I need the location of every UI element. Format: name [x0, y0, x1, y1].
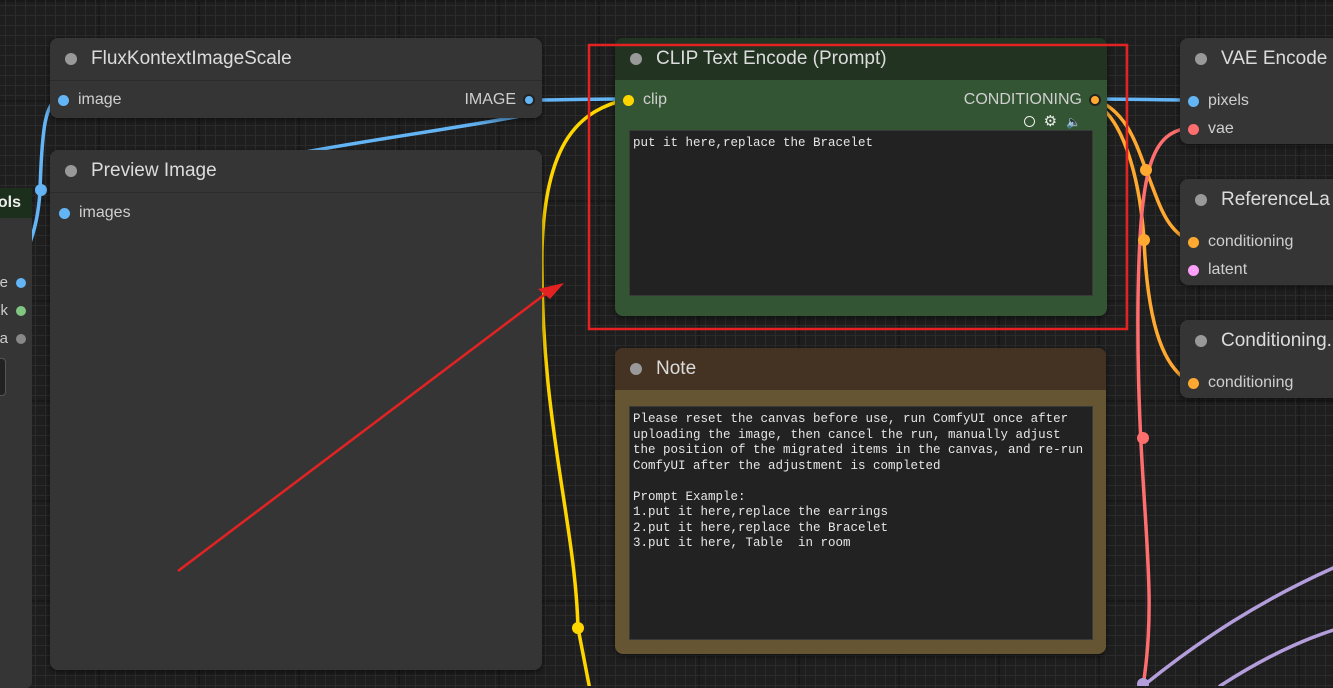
- speaker-icon[interactable]: 🔈: [1066, 116, 1081, 128]
- partial-node-left[interactable]: ols e k a: [0, 188, 32, 688]
- node-preview-image[interactable]: Preview Image images: [50, 150, 542, 670]
- node-title: ReferenceLa: [1221, 189, 1330, 210]
- node-title-bar[interactable]: Conditioning.: [1180, 320, 1333, 362]
- node-note[interactable]: Note Please reset the canvas before use,…: [615, 348, 1106, 654]
- input-slot-latent[interactable]: latent: [1188, 260, 1247, 280]
- node-title: VAE Encode: [1221, 48, 1328, 69]
- collapse-dot-icon[interactable]: [630, 363, 642, 375]
- slot-dot-icon[interactable]: [16, 333, 26, 344]
- partial-slot-3[interactable]: a: [0, 330, 26, 347]
- input-slot-conditioning[interactable]: conditioning: [1188, 373, 1293, 393]
- partial-slot-2[interactable]: k: [1, 302, 26, 319]
- collapse-dot-icon[interactable]: [1195, 194, 1207, 206]
- slot-dot-icon[interactable]: [523, 94, 535, 106]
- slot-dot-icon[interactable]: [1188, 377, 1199, 389]
- node-title: CLIP Text Encode (Prompt): [656, 48, 887, 69]
- node-reference-latent[interactable]: ReferenceLa conditioning latent: [1180, 179, 1333, 285]
- collapse-dot-icon[interactable]: [65, 165, 77, 177]
- node-title-bar[interactable]: CLIP Text Encode (Prompt): [615, 38, 1107, 80]
- collapse-dot-icon[interactable]: [65, 53, 77, 65]
- partial-node-title-bar[interactable]: ols: [0, 188, 32, 218]
- node-clip-text-encode[interactable]: CLIP Text Encode (Prompt) clip CONDITION…: [615, 38, 1107, 316]
- output-slot-conditioning[interactable]: CONDITIONING: [964, 90, 1101, 110]
- slot-dot-icon[interactable]: [1089, 94, 1101, 106]
- input-slot-clip[interactable]: clip: [623, 90, 667, 110]
- slot-dot-icon[interactable]: [16, 277, 26, 288]
- partial-node-title: ols: [0, 194, 21, 211]
- slot-dot-icon[interactable]: [1188, 264, 1199, 276]
- collapse-dot-icon[interactable]: [1195, 335, 1207, 347]
- slot-dot-icon[interactable]: [1188, 123, 1199, 135]
- slot-dot-icon[interactable]: [623, 94, 634, 106]
- node-title: Preview Image: [91, 160, 217, 181]
- node-title: Conditioning.: [1221, 330, 1332, 351]
- wire-image: [298, 110, 542, 155]
- node-title-bar[interactable]: VAE Encode: [1180, 38, 1333, 80]
- widget-toolbar: ⚙ 🔈: [1023, 114, 1081, 129]
- node-vae-encode[interactable]: VAE Encode pixels vae: [1180, 38, 1333, 144]
- node-flux-kontext-image-scale[interactable]: FluxKontextImageScale image IMAGE: [50, 38, 542, 118]
- slot-dot-icon[interactable]: [16, 305, 26, 316]
- input-slot-images[interactable]: images: [59, 203, 131, 223]
- node-title-bar[interactable]: Note: [615, 348, 1106, 390]
- wire-latent: [1141, 566, 1333, 686]
- slot-dot-icon[interactable]: [1188, 95, 1199, 107]
- input-slot-vae[interactable]: vae: [1188, 119, 1234, 139]
- node-title-bar[interactable]: FluxKontextImageScale: [50, 38, 542, 81]
- wire-conditioning: [1092, 97, 1194, 244]
- node-title-bar[interactable]: Preview Image: [50, 150, 542, 193]
- input-slot-conditioning[interactable]: conditioning: [1188, 232, 1293, 252]
- node-title-bar[interactable]: ReferenceLa: [1180, 179, 1333, 221]
- wire-image: [1092, 97, 1192, 102]
- note-textarea[interactable]: Please reset the canvas before use, run …: [629, 406, 1093, 640]
- wire-conditioning: [1102, 108, 1194, 385]
- output-slot-image[interactable]: IMAGE: [464, 90, 535, 110]
- node-conditioning[interactable]: Conditioning. conditioning: [1180, 320, 1333, 398]
- input-slot-image[interactable]: image: [58, 90, 122, 110]
- node-title: FluxKontextImageScale: [91, 48, 292, 69]
- wire-latent: [1218, 628, 1333, 686]
- collapse-dot-icon[interactable]: [1195, 53, 1207, 65]
- slot-dot-icon[interactable]: [59, 207, 70, 219]
- slot-dot-icon[interactable]: [1188, 236, 1199, 248]
- node-title: Note: [656, 358, 697, 379]
- input-slot-pixels[interactable]: pixels: [1188, 91, 1249, 111]
- gear-icon[interactable]: ⚙: [1044, 114, 1057, 129]
- prompt-textarea[interactable]: put it here,replace the Bracelet: [629, 130, 1093, 296]
- circle-icon[interactable]: [1023, 116, 1035, 127]
- partial-slot-1[interactable]: e: [0, 274, 26, 291]
- slot-dot-icon[interactable]: [58, 94, 69, 106]
- partial-widget[interactable]: [0, 358, 6, 396]
- collapse-dot-icon[interactable]: [630, 53, 642, 65]
